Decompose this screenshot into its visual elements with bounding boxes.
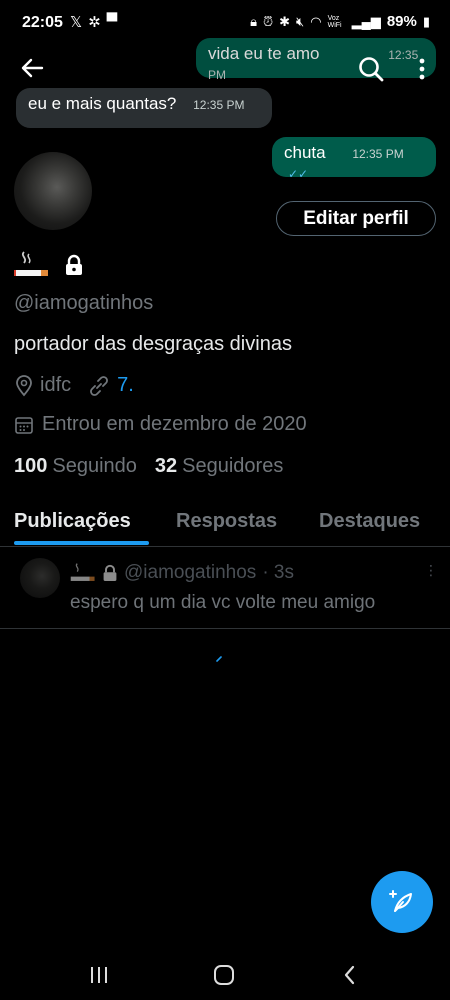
pinwheel-icon: ✲ (88, 14, 101, 31)
tab-respostas[interactable]: Respostas (176, 510, 277, 533)
followers-stat[interactable]: 32 Seguidores (155, 455, 283, 478)
protected-lock-icon (66, 254, 82, 275)
tab-destaques[interactable]: Destaques (319, 510, 420, 533)
cigarette-emoji-icon (14, 251, 48, 276)
recent-apps-icon[interactable] (88, 964, 110, 986)
wifi-icon: ◠ (310, 13, 322, 29)
x-app-icon: 𝕏 (70, 14, 83, 31)
network-label: Voz WiFi (327, 14, 342, 29)
compose-feather-icon (389, 890, 412, 912)
post-handle: @iamogatinhos (124, 562, 257, 583)
chat-message-text: chuta (284, 143, 326, 162)
display-name (14, 250, 84, 280)
post-time: · 3s (262, 562, 294, 583)
post-avatar[interactable] (20, 558, 60, 598)
location-pin-icon (16, 374, 32, 396)
link-icon (90, 375, 109, 396)
active-tab-indicator (14, 541, 149, 545)
profile-meta-row: idfc 7. (14, 374, 134, 397)
cigarette-emoji-icon (70, 563, 95, 581)
protected-lock-icon (103, 564, 117, 581)
following-stat[interactable]: 100 Seguindo (14, 455, 137, 478)
chat-message-time: 12:35 PM (193, 98, 245, 112)
more-options-icon[interactable] (414, 54, 430, 84)
profile-stats: 100 Seguindo 32 Seguidores (14, 455, 283, 478)
profile-location: idfc (40, 374, 72, 396)
read-receipt-icon: ✓✓ (288, 167, 309, 181)
profile-joined-row: Entrou em dezembro de 2020 (14, 413, 307, 436)
notification-icons: 𝕏 ✲ ▀ (70, 13, 117, 31)
profile-bio: portador das desgraças divinas (14, 333, 292, 355)
profile-link[interactable]: 7. (117, 374, 134, 397)
post-more-icon[interactable]: ⋮ (424, 562, 438, 579)
chat-message-time: 12:35 PM (352, 147, 404, 161)
back-nav-icon[interactable] (340, 964, 360, 986)
calendar-icon (15, 416, 33, 434)
edit-profile-button[interactable]: Editar perfil (276, 201, 436, 236)
following-count: 100 (14, 455, 48, 477)
profile-joined: Entrou em dezembro de 2020 (42, 413, 307, 435)
battery-icon: ▮ (422, 13, 430, 29)
followers-count: 32 (154, 455, 178, 477)
chat-message-text: eu e mais quantas? (28, 94, 177, 113)
alarm-icon: ⏰︎ (263, 13, 274, 29)
back-arrow-icon[interactable] (18, 54, 46, 82)
chat-bubble-outgoing: vida eu te amo 12:35 PM (196, 38, 436, 82)
profile-tabs: Publicações Respostas Destaques (0, 500, 450, 547)
system-nav-bar (0, 950, 450, 1000)
profile-handle: @iamogatinhos (14, 292, 154, 314)
chat-bubble-incoming: eu e mais quantas? 12:35 PM (16, 88, 272, 128)
compose-post-button[interactable] (371, 871, 433, 933)
chat-message-text: vida eu te amo (208, 44, 320, 63)
system-icons: 🔒︎ ⏰︎ ✱ 🔇︎ ◠ Voz WiFi ▂▄▆ 89% ▮ (250, 13, 430, 30)
followers-label: Seguidores (182, 455, 284, 477)
loading-spinner-icon (216, 656, 222, 662)
post-row[interactable] (0, 548, 450, 629)
status-time: 22:05 (22, 14, 63, 31)
following-label: Seguindo (52, 455, 137, 477)
battery-percent: 89% (386, 13, 417, 30)
signal-icon: ▂▄▆ (351, 13, 381, 29)
profile-avatar[interactable] (14, 152, 92, 230)
post-header: @iamogatinhos · 3s (70, 562, 294, 584)
lock-icon: 🔒︎ (250, 13, 257, 29)
bluetooth-icon: ✱ (279, 13, 291, 29)
search-icon[interactable] (356, 54, 386, 84)
folder-icon: ▀ (106, 13, 118, 30)
post-text: espero q um dia vc volte meu amigo (70, 592, 376, 613)
mute-icon: 🔇︎ (296, 13, 305, 29)
tab-publicacoes[interactable]: Publicações (14, 510, 131, 533)
home-icon[interactable] (212, 964, 236, 986)
chat-bubble-outgoing: chuta 12:35 PM ✓✓ (272, 137, 436, 181)
